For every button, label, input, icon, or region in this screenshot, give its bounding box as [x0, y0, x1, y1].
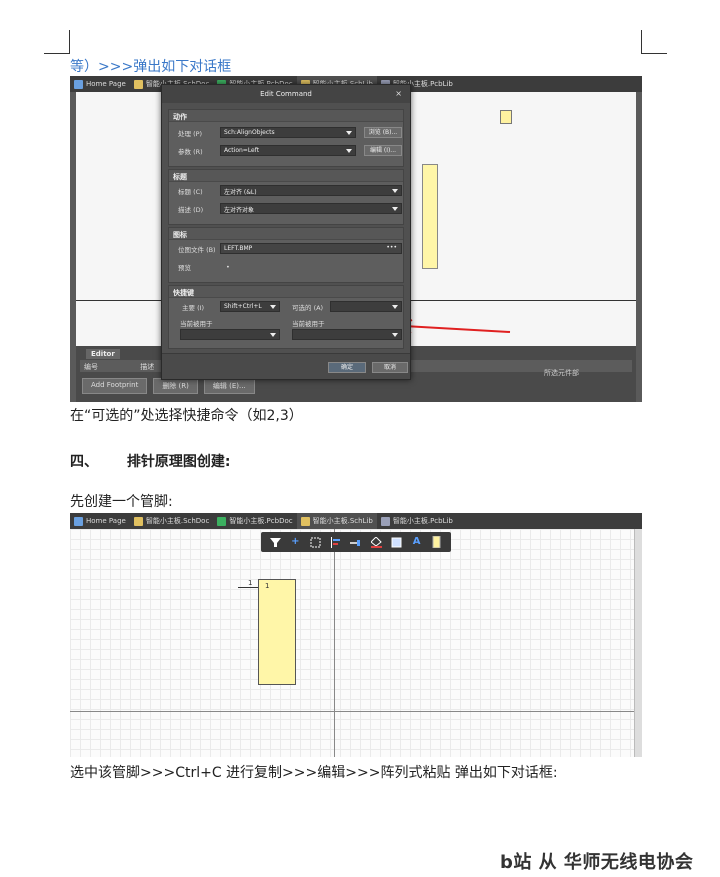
primary-shortcut-combo[interactable]: Shift+Ctrl+L — [220, 301, 280, 312]
caption-combo[interactable]: 左对齐 (&L) — [220, 185, 402, 196]
tab-schdoc[interactable]: 智能小主板.SchDoc — [130, 513, 213, 529]
text-icon[interactable]: A — [411, 536, 423, 548]
tab-home-page[interactable]: Home Page — [70, 76, 130, 92]
tab-pcblib[interactable]: 智能小主板.PcbLib — [377, 513, 457, 529]
part-tool-icon — [500, 110, 512, 124]
schlib-icon — [300, 516, 310, 526]
section-number: 四、 — [70, 454, 98, 470]
part-icon[interactable] — [431, 536, 443, 548]
edit-button[interactable]: 编辑 (E)... — [203, 378, 255, 394]
intro-heading-line: 等）>>>弹出如下对话框 — [70, 59, 232, 75]
primary-used-combo[interactable] — [180, 329, 280, 340]
canvas-axis-horizontal — [70, 711, 642, 712]
canvas-axis-vertical — [334, 529, 335, 757]
fill-icon[interactable] — [390, 536, 402, 548]
bitmap-file-field[interactable]: LEFT.BMP ••• — [220, 243, 402, 254]
active-bar-toolbar: + A — [261, 532, 451, 552]
editor-tab[interactable]: Editor — [86, 349, 120, 359]
process-combo[interactable]: Sch:AlignObjects — [220, 127, 356, 138]
section-title: 排针原理图创建: — [126, 454, 231, 470]
icon-section: 图标 — [168, 227, 404, 283]
copy-paste-instruction: 选中该管脚>>>Ctrl+C 进行复制>>>编辑>>>阵列式粘贴 弹出如下对话框… — [70, 765, 558, 781]
chevron-down-icon — [270, 333, 276, 337]
home-icon — [74, 79, 83, 89]
close-icon[interactable]: × — [395, 85, 402, 103]
chevron-down-icon — [392, 207, 398, 211]
crop-mark-right — [641, 30, 667, 54]
primary-used-label: 当前被用于 — [180, 320, 213, 328]
chevron-down-icon — [392, 189, 398, 193]
create-pin-text: 先创建一个管脚: — [70, 494, 173, 510]
component-body[interactable] — [422, 164, 438, 269]
remove-button[interactable]: 删除 (R) — [153, 378, 198, 394]
optional-used-combo[interactable] — [292, 329, 402, 340]
ok-button[interactable]: 确定 — [328, 362, 366, 373]
preview-row: 预览 • — [178, 263, 230, 272]
rect-select-icon[interactable] — [310, 536, 322, 548]
params-combo[interactable]: Action=Left — [220, 145, 356, 156]
tab-pcbdoc[interactable]: 智能小主板.PcbDoc — [213, 513, 296, 529]
optional-used-label: 当前被用于 — [292, 320, 325, 328]
filter-icon[interactable] — [269, 536, 281, 548]
vertical-scrollbar[interactable] — [634, 529, 642, 757]
color-icon[interactable] — [370, 536, 382, 548]
add-footprint-button[interactable]: Add Footprint — [82, 378, 148, 394]
sch-icon — [133, 79, 143, 89]
pin-number: 1 — [265, 582, 270, 590]
home-icon — [74, 516, 83, 526]
tab-schlib[interactable]: 智能小主板.SchLib — [296, 513, 377, 529]
chevron-down-icon — [392, 333, 398, 337]
shortcut-instruction: 在“可选的”处选择快捷命令（如2,3） — [70, 408, 303, 424]
pcb-icon — [217, 516, 227, 526]
pcblib-icon — [380, 516, 390, 526]
dialog-footer: 确定 取消 — [162, 353, 410, 379]
pin-icon[interactable] — [350, 536, 362, 548]
optional-shortcut-combo[interactable] — [330, 301, 402, 312]
description-combo[interactable]: 左对齐对象 — [220, 203, 402, 214]
edit-command-dialog: Edit Command × 动作 处理 (P) Sch:AlignObject… — [161, 84, 411, 380]
chevron-down-icon — [270, 305, 276, 309]
dialog-title-bar: Edit Command × — [162, 85, 410, 103]
section-heading: 四、 排针原理图创建: — [70, 451, 230, 471]
optional-shortcut-row: 可选的 (A) — [292, 304, 324, 312]
tab-home-page[interactable]: Home Page — [70, 513, 130, 529]
chevron-down-icon — [346, 131, 352, 135]
doc-tab-bar: Home Page 智能小主板.SchDoc 智能小主板.PcbDoc 智能小主… — [70, 513, 642, 529]
browse-button[interactable]: 浏览 (B)... — [364, 127, 402, 138]
pin-designator: 1 — [248, 579, 253, 587]
chevron-down-icon — [346, 149, 352, 153]
component-body[interactable] — [258, 579, 296, 685]
plus-icon[interactable]: + — [289, 536, 301, 548]
red-arrow-icon — [395, 319, 511, 334]
pin-line[interactable] — [238, 587, 258, 588]
watermark: b站 从 华师无线电协会 — [500, 852, 694, 873]
align-icon[interactable] — [330, 536, 342, 548]
caption-section: 标题 — [168, 169, 404, 225]
sch-icon — [133, 516, 143, 526]
selected-part-label: 所选元件部 — [544, 369, 579, 377]
cancel-button[interactable]: 取消 — [372, 362, 408, 373]
screenshot-edit-command: Home Page 智能小主板.SchDoc 智能小主板.PcbDoc 智能小主… — [70, 76, 642, 402]
params-edit-button[interactable]: 编辑 (I)... — [364, 145, 402, 156]
more-icon[interactable]: ••• — [386, 244, 397, 251]
chevron-down-icon — [392, 305, 398, 309]
schematic-grid-canvas[interactable] — [70, 529, 642, 757]
screenshot-schlib-pin: Home Page 智能小主板.SchDoc 智能小主板.PcbDoc 智能小主… — [70, 513, 642, 757]
crop-mark-left — [44, 30, 70, 54]
